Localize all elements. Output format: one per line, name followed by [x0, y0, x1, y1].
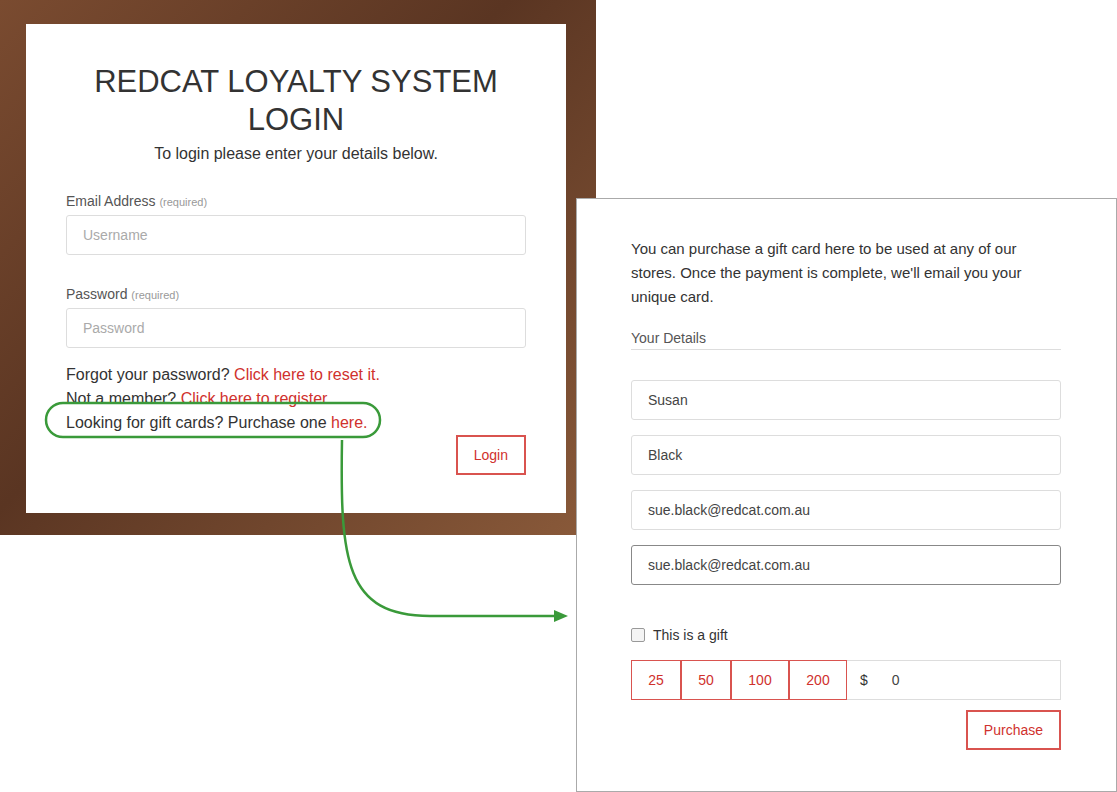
login-field: Password (required): [66, 284, 526, 348]
gift-card-panel: You can purchase a gift card here to be …: [576, 198, 1117, 792]
login-card: REDCAT LOYALTY SYSTEMLOGIN To login pleas…: [26, 24, 566, 513]
amount-button[interactable]: 25: [631, 660, 681, 700]
login-button[interactable]: Login: [456, 435, 526, 475]
section-heading: Your Details: [631, 327, 1061, 350]
link-line: Not a member? Click here to register.: [66, 387, 526, 411]
detail-input[interactable]: [631, 545, 1061, 585]
link[interactable]: here.: [331, 414, 367, 431]
amount-button[interactable]: 50: [681, 660, 731, 700]
field-label: Email Address (required): [66, 191, 526, 212]
field-label: Password (required): [66, 284, 526, 305]
link[interactable]: Click here to reset it.: [234, 366, 380, 383]
link-line: Looking for gift cards? Purchase one her…: [66, 411, 526, 435]
login-field: Email Address (required): [66, 191, 526, 255]
checkbox[interactable]: [631, 628, 645, 642]
login-links: Forgot your password? Click here to rese…: [66, 363, 526, 435]
detail-input[interactable]: [631, 380, 1061, 420]
login-input[interactable]: [66, 308, 526, 348]
detail-input[interactable]: [631, 490, 1061, 530]
gift-checkbox-row[interactable]: This is a gift: [631, 625, 1061, 645]
amount-button[interactable]: 200: [789, 660, 847, 700]
amount-input[interactable]: $0: [847, 660, 1061, 700]
screenshot: REDCAT LOYALTY SYSTEMLOGIN To login pleas…: [0, 0, 1117, 792]
amount-row: 2550100200$0: [631, 660, 1061, 700]
amount-button[interactable]: 100: [731, 660, 789, 700]
annotation-arrow-icon: [0, 0, 1117, 792]
link-line: Forgot your password? Click here to rese…: [66, 363, 526, 387]
link[interactable]: Click here to register.: [181, 390, 331, 407]
detail-input[interactable]: [631, 435, 1061, 475]
login-input[interactable]: [66, 215, 526, 255]
checkbox-label: This is a gift: [653, 625, 728, 645]
login-subtitle: To login please enter your details below…: [66, 143, 526, 165]
login-title: REDCAT LOYALTY SYSTEMLOGIN: [66, 63, 526, 139]
gift-intro: You can purchase a gift card here to be …: [631, 237, 1061, 309]
purchase-button[interactable]: Purchase: [966, 710, 1061, 750]
